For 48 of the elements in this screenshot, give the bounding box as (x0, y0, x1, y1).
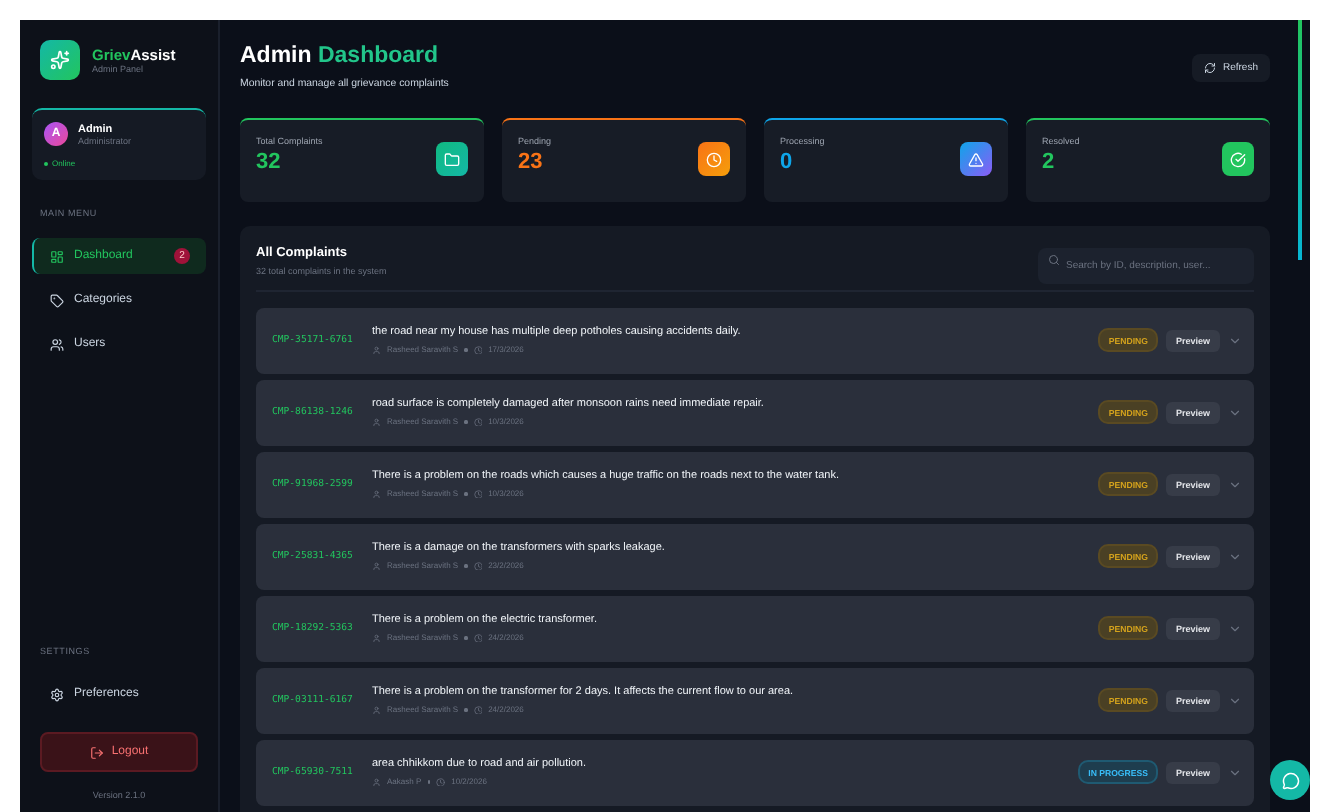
tag-icon (50, 293, 64, 307)
separator-dot (464, 564, 468, 567)
stat-value: 0 (780, 150, 795, 174)
refresh-icon (1204, 62, 1217, 74)
chat-button[interactable] (1270, 760, 1310, 800)
gear-icon (50, 687, 64, 701)
dashboard-icon (50, 249, 64, 263)
user-icon (372, 777, 381, 786)
separator-dot (464, 636, 468, 639)
clock-icon (473, 705, 483, 714)
warning-icon (960, 142, 992, 176)
user-icon (372, 633, 381, 642)
clock-icon (473, 633, 483, 642)
stat-value: 23 (518, 150, 545, 174)
clock-icon (436, 777, 446, 786)
chevron-icon[interactable] (1228, 405, 1242, 420)
check-icon (1222, 142, 1254, 176)
clock-icon (473, 345, 483, 354)
separator-dot (464, 492, 468, 495)
chevron-icon[interactable] (1228, 333, 1242, 348)
user-icon (372, 561, 381, 570)
stat-value: 32 (256, 150, 283, 174)
logo-icon (40, 40, 80, 80)
separator-dot (464, 420, 468, 423)
folder-icon (436, 142, 468, 176)
chevron-icon[interactable] (1228, 477, 1242, 492)
user-icon (372, 345, 381, 354)
search-icon (1048, 254, 1060, 266)
page-title: Admin Dashboard (240, 44, 441, 68)
stat-value: 2 (1042, 150, 1057, 174)
chevron-icon[interactable] (1228, 549, 1242, 564)
scrollbar-thumb[interactable] (1298, 20, 1302, 260)
separator-dot (464, 708, 468, 711)
separator-dot (464, 348, 468, 351)
user-icon (372, 705, 381, 714)
logout-icon (89, 745, 104, 759)
clock-icon (473, 561, 483, 570)
users-icon (50, 337, 64, 351)
chevron-icon[interactable] (1228, 693, 1242, 708)
online-dot (44, 161, 48, 165)
clock-icon (473, 489, 483, 498)
clock-icon (473, 417, 483, 426)
chevron-icon[interactable] (1228, 621, 1242, 636)
user-icon (372, 417, 381, 426)
clock-icon (698, 142, 730, 176)
chat-icon (1281, 771, 1299, 789)
chevron-icon[interactable] (1228, 765, 1242, 780)
user-icon (372, 489, 381, 498)
